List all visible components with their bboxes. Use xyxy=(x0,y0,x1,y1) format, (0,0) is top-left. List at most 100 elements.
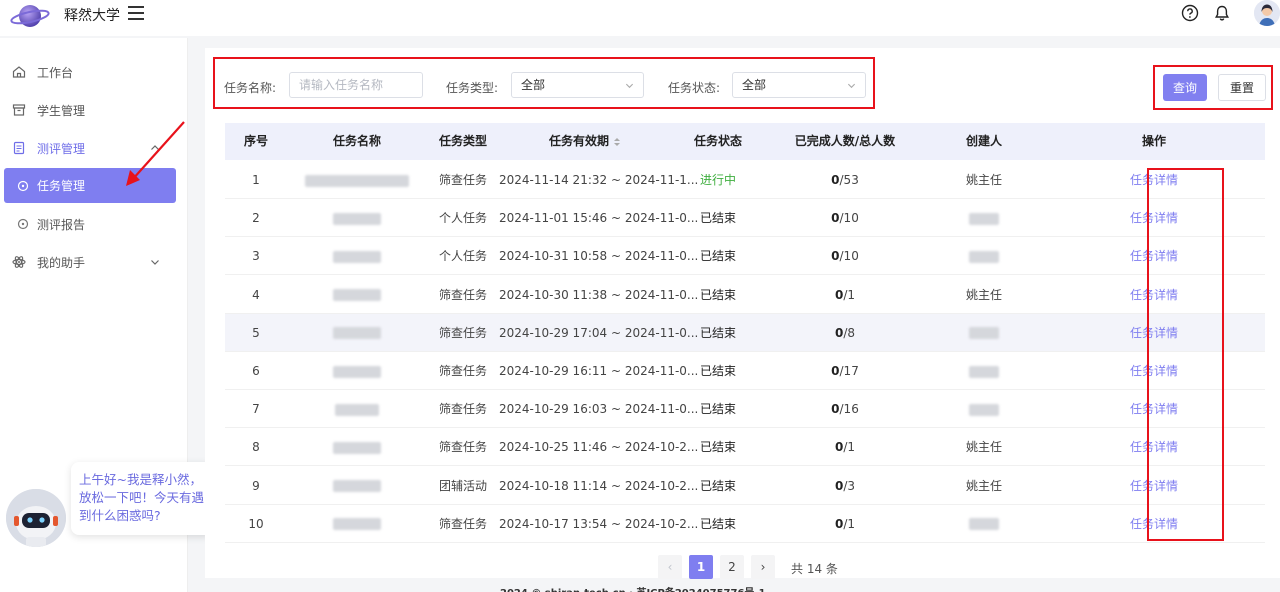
cell-index: 6 xyxy=(252,364,260,378)
cell-index: 1 xyxy=(252,173,260,187)
cell-completion: 0/1 xyxy=(765,428,925,466)
next-page-button[interactable]: › xyxy=(751,555,775,579)
table-row: 5 筛查任务 2024-10-29 17:04 ~ 2024-11-0... 已结束 0… xyxy=(225,313,1265,352)
cell-creator: 姚主任 xyxy=(965,173,1002,187)
total-count-cell: /10 xyxy=(839,211,859,226)
reset-button[interactable]: 重置 xyxy=(1218,74,1266,101)
task-detail-link[interactable]: 任务详情 xyxy=(1130,402,1178,416)
cell-task-status: 已结束 xyxy=(699,516,736,531)
task-name-label: 任务名称: xyxy=(224,81,277,95)
cell-validity-period: 2024-10-31 10:58 ~ 2024-11-0... xyxy=(499,249,699,264)
task-detail-link[interactable]: 任务详情 xyxy=(1130,326,1178,340)
task-detail-link[interactable]: 任务详情 xyxy=(1130,440,1178,454)
task-name-field[interactable] xyxy=(289,72,423,98)
sidebar-item-students[interactable]: 学生管理 xyxy=(0,92,188,128)
column-header-validity[interactable]: 任务有效期 xyxy=(499,123,671,160)
archive-icon xyxy=(12,104,26,116)
assistant-greeting-bubble[interactable]: 上午好~我是释小然，放松一下吧！今天有遇到什么困惑吗? xyxy=(71,462,213,535)
cell-creator: 姚主任 xyxy=(965,440,1002,455)
bell-icon[interactable] xyxy=(1213,4,1231,22)
column-header-index: 序号 xyxy=(243,134,268,148)
prev-page-button[interactable]: ‹ xyxy=(658,555,682,579)
task-detail-link[interactable]: 任务详情 xyxy=(1130,173,1178,187)
cell-validity-period: 2024-11-01 15:46 ~ 2024-11-0... xyxy=(499,211,699,226)
cell-creator xyxy=(925,390,1043,428)
total-count-cell: /1 xyxy=(843,440,856,455)
task-detail-link[interactable]: 任务详情 xyxy=(1130,211,1178,225)
sidebar-item-assessment[interactable]: 测评管理 xyxy=(0,130,188,166)
table-row: 4 筛查任务 2024-10-30 11:38 ~ 2024-11-0... 已结束 0… xyxy=(225,276,1265,314)
table-header: 序号 任务名称 任务类型 任务有效期 任务状态 已完成人数/总人数 创建人 操作 xyxy=(225,123,1265,160)
task-status-label: 任务状态: xyxy=(668,81,721,95)
completed-count: 0 xyxy=(831,364,840,378)
cell-task-status: 已结束 xyxy=(699,478,736,493)
query-button[interactable]: 查询 xyxy=(1163,74,1207,101)
redacted-text xyxy=(333,212,381,225)
cell-task-status: 进行中 xyxy=(699,173,736,187)
filter-bar: 任务名称: 任务类型: 全部 任务状态: 全部 查询 重置 xyxy=(205,48,1280,118)
redacted-text xyxy=(969,518,999,531)
total-count-cell: /1 xyxy=(843,516,856,531)
table-row: 6 筛查任务 2024-10-29 16:11 ~ 2024-11-0... 已结束 0… xyxy=(225,352,1265,390)
cell-completion: 0/16 xyxy=(765,390,925,428)
top-header: 释然大学 xyxy=(0,0,1280,36)
page-1-button[interactable]: 1 xyxy=(689,555,713,579)
cell-creator: 姚主任 xyxy=(965,478,1002,493)
cell-task-type: 个人任务 xyxy=(438,249,487,264)
cell-creator xyxy=(925,314,1043,352)
cell-index: 10 xyxy=(248,516,264,531)
page-2-button[interactable]: 2 xyxy=(720,555,744,579)
redacted-text xyxy=(969,212,999,225)
task-type-select[interactable]: 全部 xyxy=(511,72,644,98)
task-detail-link[interactable]: 任务详情 xyxy=(1130,479,1178,493)
task-name-input[interactable] xyxy=(299,73,413,97)
task-detail-link[interactable]: 任务详情 xyxy=(1130,288,1178,302)
help-icon[interactable] xyxy=(1181,4,1199,22)
assistant-robot-avatar[interactable] xyxy=(6,489,66,547)
task-detail-link[interactable]: 任务详情 xyxy=(1130,517,1178,531)
table-row: 7 筛查任务 2024-10-29 16:03 ~ 2024-11-0... 已结束 0… xyxy=(225,390,1265,429)
redacted-text xyxy=(969,327,999,340)
column-header-task-name: 任务名称 xyxy=(332,134,381,148)
task-status-select[interactable]: 全部 xyxy=(732,72,866,98)
column-header-task-type: 任务类型 xyxy=(438,134,487,148)
chevron-down-icon xyxy=(625,83,634,89)
redacted-text xyxy=(333,480,381,493)
cell-completion: 0/10 xyxy=(765,199,925,237)
cell-actions: 任务详情 xyxy=(1043,390,1265,428)
cell-creator: 姚主任 xyxy=(965,287,1002,302)
sidebar-item-workbench[interactable]: 工作台 xyxy=(0,54,188,90)
cell-task-status: 已结束 xyxy=(699,211,736,226)
task-detail-link[interactable]: 任务详情 xyxy=(1130,364,1178,378)
sidebar-item-assessment-report[interactable]: 测评报告 xyxy=(0,206,188,242)
cell-validity-period: 2024-10-25 11:46 ~ 2024-10-2... xyxy=(499,440,699,455)
total-count-cell: /1 xyxy=(843,287,856,302)
chevron-down-icon xyxy=(847,83,856,89)
sidebar-item-label: 测评管理 xyxy=(37,141,86,156)
cell-validity-period: 2024-10-29 16:03 ~ 2024-11-0... xyxy=(499,402,699,417)
cell-task-status: 已结束 xyxy=(699,325,736,340)
sidebar-item-label: 测评报告 xyxy=(37,217,86,232)
total-count-cell: /16 xyxy=(839,402,859,417)
user-avatar[interactable] xyxy=(1254,0,1280,26)
column-header-validity-label: 任务有效期 xyxy=(548,134,609,148)
redacted-text xyxy=(333,441,381,454)
user-avatar-icon xyxy=(1254,0,1280,26)
app-title: 释然大学 xyxy=(64,8,120,24)
cell-actions: 任务详情 xyxy=(1043,237,1265,275)
sidebar-item-task-management[interactable]: 任务管理 xyxy=(4,168,176,203)
sort-icon[interactable] xyxy=(613,137,621,147)
task-detail-link[interactable]: 任务详情 xyxy=(1130,249,1178,263)
menu-toggle-icon[interactable] xyxy=(128,6,144,20)
cell-task-status: 已结束 xyxy=(699,440,736,455)
cell-task-name-redacted xyxy=(287,505,427,543)
cell-creator xyxy=(925,237,1043,275)
task-type-value: 全部 xyxy=(521,78,546,92)
cell-validity-period: 2024-10-17 13:54 ~ 2024-10-2... xyxy=(499,516,699,531)
cell-task-name-redacted xyxy=(287,428,427,466)
sidebar-item-assistant[interactable]: 我的助手 xyxy=(0,244,188,280)
cell-validity-period: 2024-10-18 11:14 ~ 2024-10-2... xyxy=(499,478,699,493)
planet-logo-icon xyxy=(10,5,50,27)
cell-creator xyxy=(925,352,1043,390)
table-row: 9 团辅活动 2024-10-18 11:14 ~ 2024-10-2... 已结束 0… xyxy=(225,467,1265,505)
